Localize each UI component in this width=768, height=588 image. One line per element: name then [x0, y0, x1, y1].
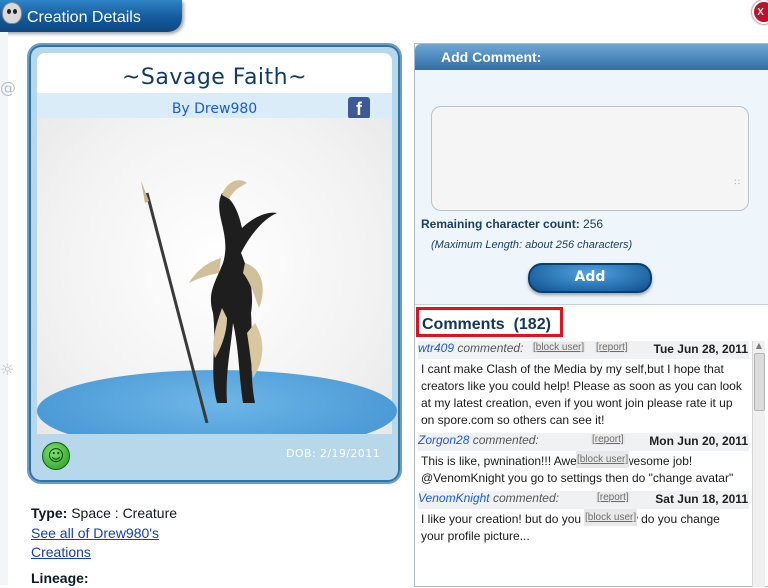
creature-image — [127, 173, 307, 423]
resize-grip-icon[interactable]: ∷ — [734, 178, 740, 188]
type-value: Space : Creature — [71, 505, 177, 521]
report-link[interactable]: [report] — [595, 342, 629, 353]
scroll-thumb[interactable] — [754, 353, 765, 411]
lineage-label: Lineage: — [31, 569, 177, 588]
remaining-value: 256 — [583, 217, 603, 231]
close-icon[interactable]: x — [752, 0, 768, 24]
report-link[interactable]: [report] — [596, 492, 630, 503]
block-user-link[interactable]: [block user] — [576, 451, 629, 468]
creation-image — [37, 118, 392, 442]
facebook-icon[interactable]: f — [348, 97, 370, 119]
creator-link[interactable]: By Drew980 — [37, 101, 392, 117]
creature-spear — [147, 193, 207, 423]
report-link[interactable]: [report] — [591, 434, 625, 445]
comment-author[interactable]: wtr409 — [418, 341, 454, 355]
comments-scrollbar[interactable]: ▲ — [752, 341, 765, 587]
add-comment-header: Add Comment: — [415, 44, 768, 70]
scroll-up-icon[interactable]: ▲ — [753, 341, 765, 351]
comment-header: wtr409 commented: [block user] [report] … — [418, 341, 749, 359]
comments-section: Comments (182) wtr409 commented: [block … — [415, 304, 768, 586]
date-of-birth: DOB: 2/19/2011 — [286, 447, 380, 460]
left-rail — [0, 32, 8, 585]
remaining-count: Remaining character count: 256 — [421, 217, 603, 231]
comments-panel: Add Comment: ∷ Remaining character count… — [414, 43, 768, 587]
comments-list: wtr409 commented: [block user] [report] … — [418, 341, 749, 587]
creature-horn — [222, 180, 247, 199]
comment-date: Tue Jun 28, 2011 — [654, 342, 749, 356]
comments-heading: Comments (182) — [416, 307, 563, 337]
max-length-note: (Maximum Length: about 256 characters) — [431, 239, 632, 251]
comment-header: Zorgon28 commented: [report] Mon Jun 20,… — [418, 433, 749, 451]
remaining-label: Remaining character count: — [421, 217, 580, 231]
swirl-icon: @ — [0, 78, 14, 96]
smiley-icon[interactable]: ☺ — [42, 442, 70, 470]
see-all-creations-link[interactable]: See all of Drew980's — [31, 525, 159, 541]
creations-link[interactable]: Creations — [31, 544, 91, 560]
comment-item: VenomKnight commented: [report] Sat Jun … — [418, 491, 749, 549]
comment-item: Zorgon28 commented: [report] Mon Jun 20,… — [418, 433, 749, 491]
creature-spear-tip — [141, 181, 149, 203]
comment-date: Sat Jun 18, 2011 — [655, 492, 748, 506]
comments-count: (182) — [514, 316, 551, 333]
creation-card: ~Savage Faith~ By Drew980 f ☺ DOB: 2/19/… — [27, 43, 402, 484]
comment-date: Mon Jun 20, 2011 — [649, 434, 748, 448]
window-title: Creation Details — [27, 9, 141, 27]
creature-body — [211, 193, 277, 403]
comment-body-wrap: [block user] This is like, pwnination!!!… — [418, 451, 749, 491]
commented-label: commented: — [493, 491, 559, 505]
window-title-bar: Creation Details — [0, 0, 182, 32]
comment-header: VenomKnight commented: [report] Sat Jun … — [418, 491, 749, 509]
creation-title: ~Savage Faith~ — [37, 65, 392, 90]
comment-author[interactable]: Zorgon28 — [418, 433, 469, 447]
commented-label: commented: — [457, 341, 523, 355]
comment-body: I cant make Clash of the Media by my sel… — [418, 359, 749, 433]
creation-meta: Type: Space : Creature See all of Drew98… — [31, 504, 177, 588]
comments-title: Comments — [422, 316, 505, 333]
comment-item: wtr409 commented: [block user] [report] … — [418, 341, 749, 433]
add-comment-button[interactable]: Add — [528, 263, 652, 293]
comment-author[interactable]: VenomKnight — [418, 491, 490, 505]
commented-label: commented: — [473, 433, 539, 447]
type-label: Type: — [31, 505, 67, 521]
alien-eye-icon — [2, 2, 22, 24]
type-row: Type: Space : Creature — [31, 504, 177, 524]
comment-body-wrap: [block user] I like your creation! but d… — [418, 509, 749, 549]
card-footer: ☺ DOB: 2/19/2011 — [37, 434, 392, 474]
block-user-link[interactable]: [block user] — [584, 509, 637, 526]
lizard-icon: ☼ — [0, 360, 14, 378]
block-user-link[interactable]: [block user] — [532, 342, 585, 353]
comment-textarea[interactable]: ∷ — [431, 106, 749, 211]
